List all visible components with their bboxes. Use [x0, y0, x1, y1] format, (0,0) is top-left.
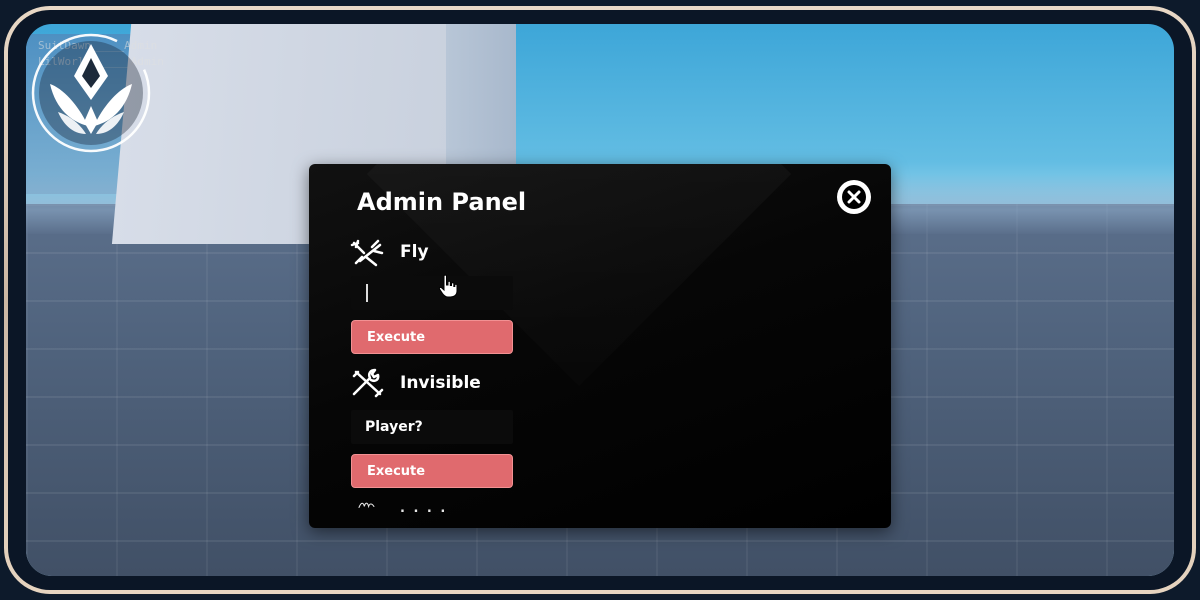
wrench-plane-icon	[350, 239, 384, 267]
text-caret	[366, 284, 368, 302]
player-input-field[interactable]	[351, 410, 513, 444]
command-label: Fly	[400, 242, 429, 262]
lotus-emblem-icon	[31, 33, 151, 153]
wave-icon	[358, 502, 375, 509]
admin-panel: Admin Panel Fly Execute Invisible Execut…	[309, 164, 891, 528]
hand-cursor-icon	[438, 274, 458, 298]
invisible-execute-button[interactable]: Execute	[351, 454, 513, 488]
fly-execute-button[interactable]: Execute	[351, 320, 513, 354]
command-label: Invisible	[400, 373, 481, 393]
command-fly: Fly	[350, 237, 429, 267]
close-button[interactable]	[837, 180, 871, 214]
wrench-tools-icon	[352, 368, 384, 398]
panel-title: Admin Panel	[357, 188, 527, 216]
fly-input-field[interactable]	[351, 276, 513, 310]
command-partial: . . . .	[350, 500, 447, 516]
command-invisible: Invisible	[350, 368, 481, 398]
command-label: . . . .	[400, 500, 448, 516]
close-icon	[842, 185, 866, 209]
